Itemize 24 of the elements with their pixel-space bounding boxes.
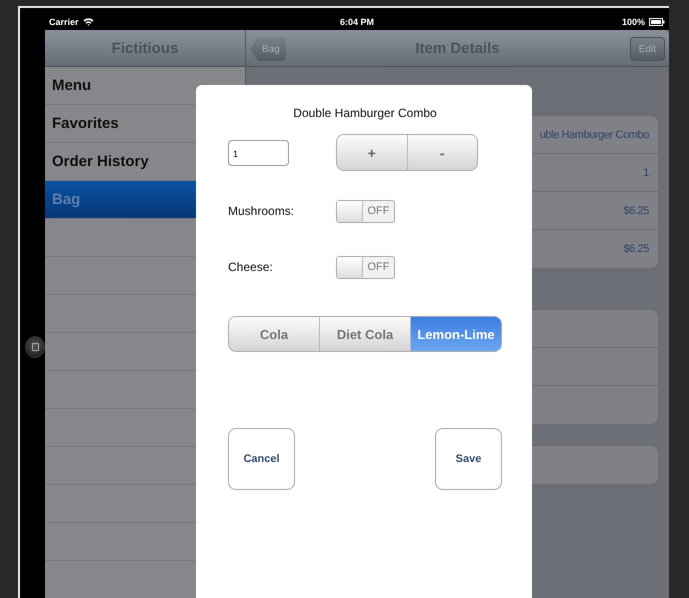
stepper-button[interactable]: - [408, 135, 477, 170]
table-cell: 1 [643, 166, 649, 178]
home-button[interactable] [25, 336, 45, 358]
toggle-switch[interactable]: OFF [336, 256, 395, 278]
carrier-label: Carrier [49, 16, 79, 26]
wifi-icon [82, 17, 94, 26]
save-button[interactable]: Save [435, 428, 502, 490]
option-label: Cheese: [228, 260, 274, 274]
drink-segment[interactable]: Lemon-Lime [411, 317, 501, 351]
drink-segment[interactable]: Diet Cola [320, 317, 411, 351]
table-cell: uble Hamburger Combo [540, 128, 649, 140]
toggle-switch[interactable]: OFF [336, 200, 395, 222]
stepper-button[interactable]: + [337, 135, 408, 170]
dialog-title: Double Hamburger Combo [292, 106, 438, 120]
edit-button[interactable]: Edit [630, 37, 665, 61]
back-button[interactable]: Bag [250, 37, 286, 61]
table-cell: $6.25 [623, 243, 649, 255]
battery-percent: 100% [622, 16, 645, 26]
quantity-field[interactable]: 1 [228, 140, 289, 166]
clock-time: 6:04 PM [340, 16, 374, 26]
cancel-button[interactable]: Cancel [228, 428, 295, 490]
drink-segment[interactable]: Cola [229, 317, 320, 351]
table-cell: $6.25 [623, 204, 649, 216]
battery-icon [648, 18, 665, 26]
